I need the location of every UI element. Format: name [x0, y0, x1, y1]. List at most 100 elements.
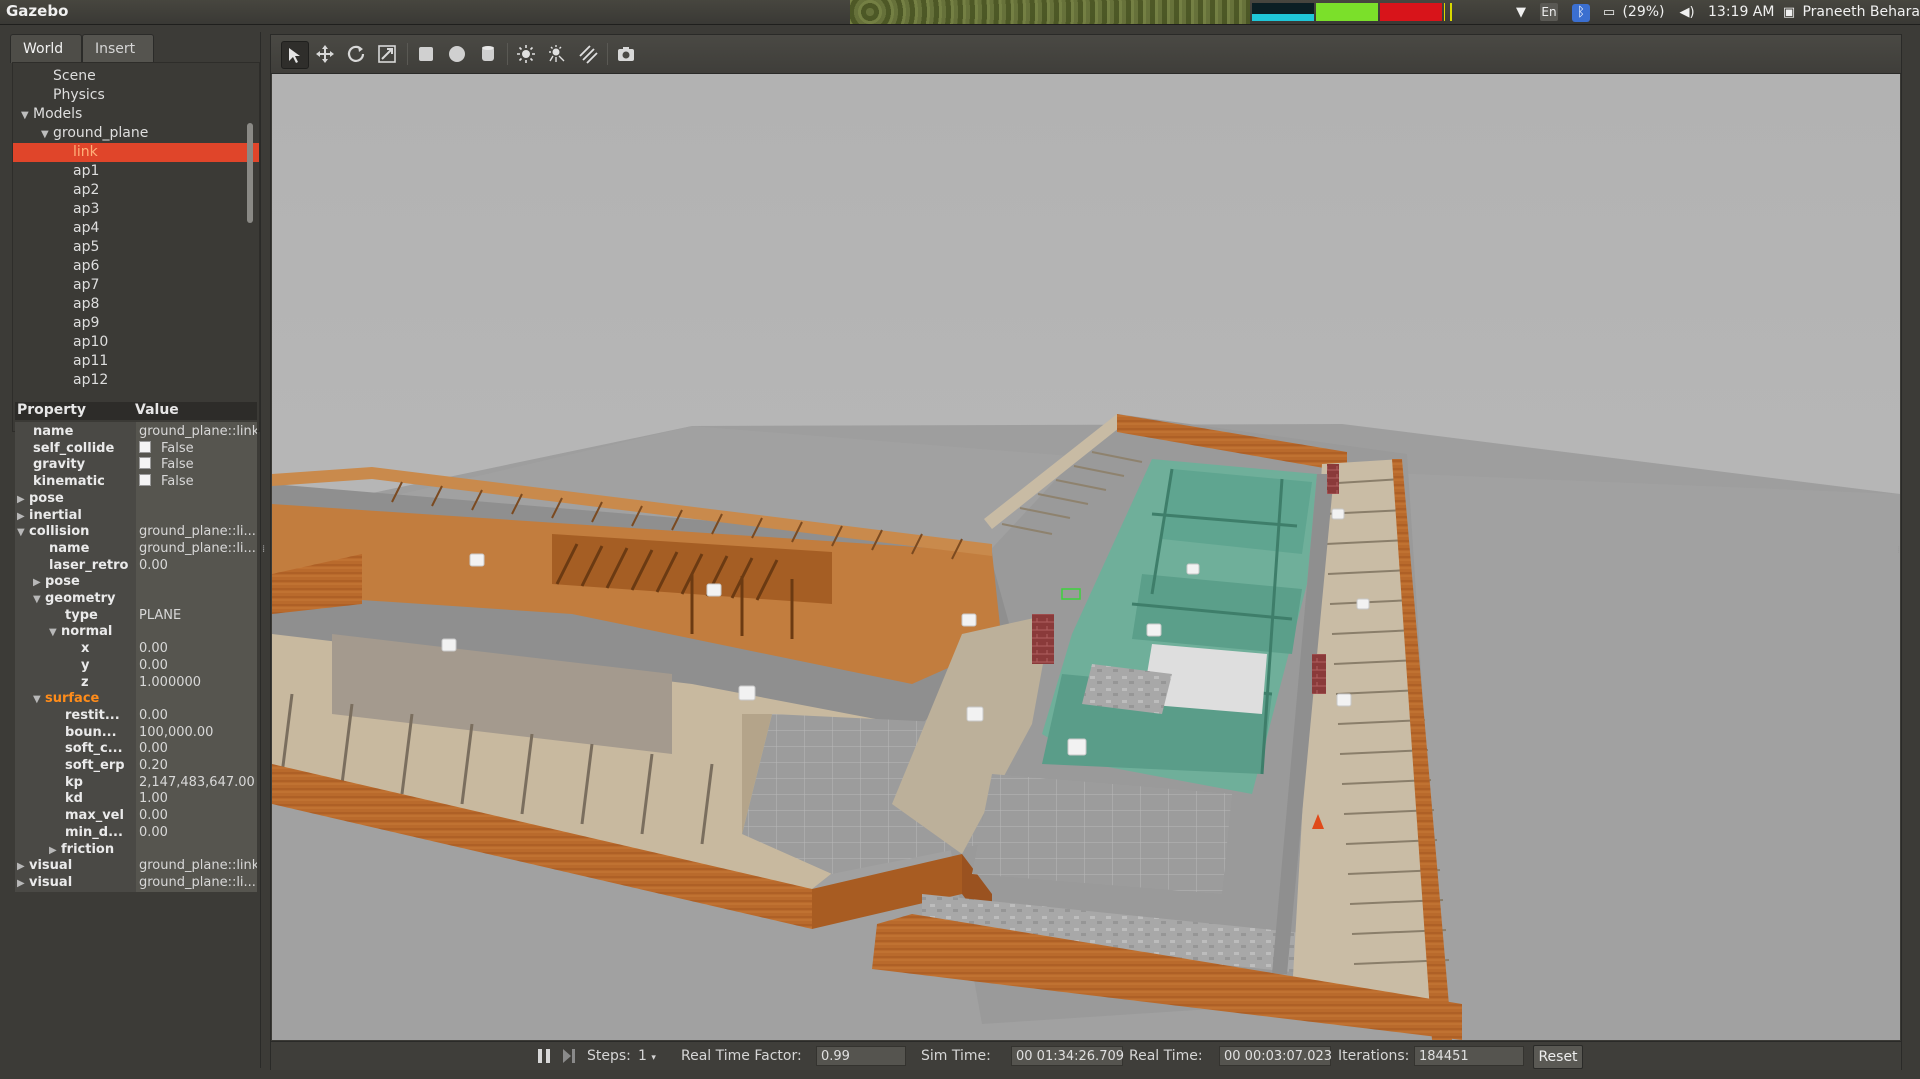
property-name-cell: ▶ visual — [15, 872, 136, 892]
bluetooth-icon[interactable]: ᛒ — [1572, 2, 1590, 22]
tree-item-label: ap6 — [73, 258, 100, 274]
building-scene — [272, 74, 1900, 1040]
property-name: max_vel — [65, 808, 124, 824]
directional-light-icon[interactable] — [575, 41, 601, 67]
app-title: Gazebo — [6, 2, 69, 20]
property-column-header: Property — [17, 402, 87, 418]
pause-button[interactable] — [537, 1048, 551, 1068]
property-value: 0.00 — [139, 641, 168, 657]
toolbar-separator — [507, 43, 508, 65]
property-value: 100,000.00 — [139, 724, 214, 740]
right-splitter-handle[interactable]: ⁞ — [1897, 546, 1901, 561]
property-value: ground_plane::link — [139, 424, 257, 439]
status-bar: Steps: 1 ▾ Real Time Factor: 0.99 Sim Ti… — [271, 1041, 1901, 1070]
checkbox[interactable] — [139, 474, 151, 487]
rtf-label: Real Time Factor: — [681, 1048, 802, 1064]
checkbox[interactable] — [139, 457, 151, 470]
scale-tool-icon[interactable] — [374, 41, 400, 67]
tree-item[interactable]: ap4 — [13, 219, 259, 238]
tree-item-label: Physics — [53, 87, 105, 103]
system-monitor-applet[interactable] — [1252, 3, 1457, 21]
user-menu[interactable]: ▣ Praneeth Behara — [1780, 2, 1920, 22]
tree-item[interactable]: ap5 — [13, 238, 259, 257]
tree-item[interactable]: ▼ Models — [13, 105, 249, 124]
property-row[interactable]: ▶ visual ground_plane::li... — [15, 872, 257, 892]
tab-insert[interactable]: Insert — [82, 34, 154, 63]
property-name: collision — [29, 524, 90, 540]
tree-item[interactable]: ap9 — [13, 314, 259, 333]
tree-item[interactable]: ▼ ground_plane — [13, 124, 259, 144]
property-value: PLANE — [139, 607, 182, 623]
tree-item-label: ap5 — [73, 239, 100, 255]
tree-item[interactable]: ap11 — [13, 352, 259, 371]
wifi-icon[interactable]: ▼ — [1512, 2, 1530, 22]
tree-item-label: ap1 — [73, 163, 100, 179]
checkbox[interactable] — [139, 440, 151, 453]
battery-indicator[interactable]: ▭ (29%) — [1600, 2, 1665, 22]
property-name: surface — [45, 691, 100, 707]
property-name: y — [81, 657, 90, 673]
wallpaper-strip — [850, 0, 1250, 24]
screenshot-icon[interactable] — [613, 41, 639, 67]
property-value: 0.00 — [139, 657, 168, 673]
tree-item[interactable]: Scene — [13, 67, 259, 86]
expand-down-icon[interactable]: ▼ — [21, 106, 33, 125]
tree-item[interactable]: ap7 — [13, 276, 259, 295]
select-tool-icon[interactable] — [281, 41, 309, 69]
property-name: name — [33, 424, 74, 439]
rotate-tool-icon[interactable] — [343, 41, 369, 67]
cylinder-shape-icon[interactable] — [475, 41, 501, 67]
steps-spinbox[interactable]: 1 ▾ — [638, 1048, 656, 1064]
keyboard-layout-indicator[interactable]: En — [1540, 2, 1558, 22]
expand-arrow-icon[interactable]: ▶ — [17, 874, 29, 892]
brick-column — [1032, 614, 1054, 664]
volume-icon[interactable]: ◀) — [1678, 2, 1696, 22]
property-value: 1.000000 — [139, 674, 202, 690]
tree-item[interactable]: ap10 — [13, 333, 259, 352]
tree-item[interactable]: Physics — [13, 86, 259, 105]
tree-item[interactable]: ap3 — [13, 200, 259, 219]
box-shape-icon[interactable] — [413, 41, 439, 67]
property-value: 0.00 — [139, 557, 168, 573]
property-value: ground_plane::li... — [139, 524, 256, 540]
real-time-field: 00 00:03:07.023 — [1219, 1046, 1332, 1066]
property-value: ground_plane::li... — [139, 540, 256, 556]
tree-item[interactable]: ap1 — [13, 162, 259, 181]
tree-item[interactable]: ap6 — [13, 257, 259, 276]
world-tree[interactable]: Scene Physics ▼ Models ▼ ground_plane link ap1 a… — [12, 62, 260, 432]
property-name: pose — [29, 490, 64, 506]
step-button[interactable] — [562, 1048, 576, 1068]
battery-icon: ▭ — [1602, 5, 1616, 20]
property-name: min_d... — [65, 824, 123, 840]
tree-item-label: ap2 — [73, 182, 100, 198]
tree-item[interactable]: ap12 — [13, 371, 259, 390]
property-name: visual — [29, 874, 73, 890]
property-value: 0.00 — [139, 824, 168, 840]
tree-item[interactable]: ap8 — [13, 295, 259, 314]
property-name: restit... — [65, 707, 120, 723]
reset-button[interactable]: Reset — [1533, 1045, 1583, 1069]
expand-down-icon[interactable]: ▼ — [41, 125, 53, 144]
clock[interactable]: 13:19 AM — [1708, 2, 1774, 22]
tree-scrollbar[interactable] — [247, 123, 253, 223]
splitter-handle[interactable]: ⁞ — [262, 545, 266, 560]
toolbar — [271, 35, 1901, 74]
property-name: normal — [61, 624, 113, 640]
property-value-cell[interactable]: ground_plane::li... — [136, 872, 257, 892]
point-light-icon[interactable] — [513, 41, 539, 67]
property-name: soft_erp — [65, 758, 125, 773]
real-time-label: Real Time: — [1129, 1048, 1203, 1064]
tree-item-label: link — [73, 144, 98, 160]
3d-viewport[interactable] — [272, 74, 1900, 1040]
tab-world[interactable]: World — [10, 34, 82, 63]
tree-item-label: ap10 — [73, 334, 109, 350]
tree-item[interactable]: ap2 — [13, 181, 259, 200]
user-icon: ▣ — [1782, 5, 1796, 20]
property-table-header: Property Value — [15, 402, 257, 420]
spot-light-icon[interactable] — [544, 41, 570, 67]
system-top-bar: Gazebo ▼ En ᛒ ▭ (29%) ◀) 13:19 AM ▣ Pran… — [0, 0, 1920, 25]
translate-tool-icon[interactable] — [312, 41, 338, 67]
sphere-shape-icon[interactable] — [444, 41, 470, 67]
tree-item[interactable]: link — [13, 143, 259, 162]
property-name: geometry — [45, 591, 116, 606]
